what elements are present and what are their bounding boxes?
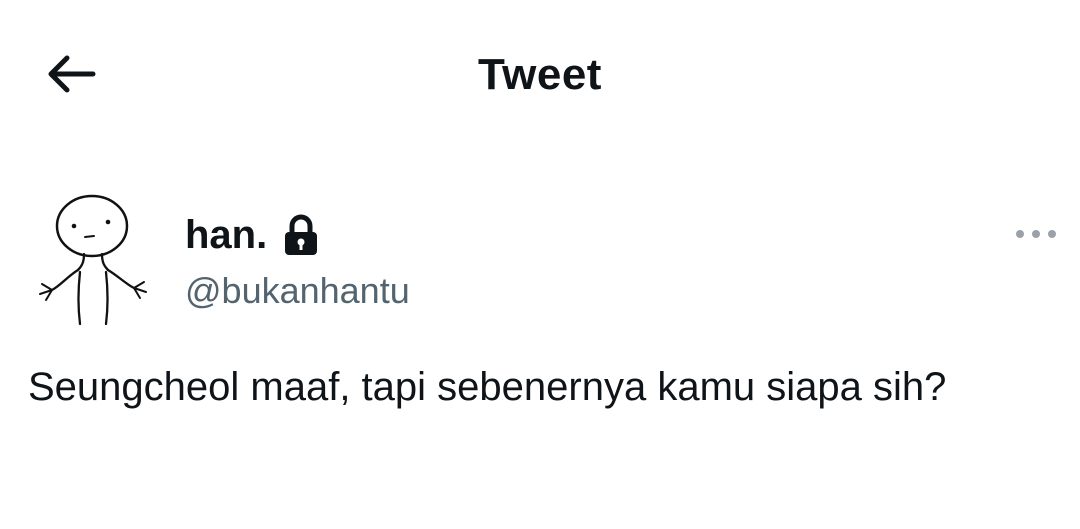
more-options-button[interactable] xyxy=(1016,224,1056,244)
user-info: han. @bukanhantu xyxy=(185,210,410,312)
more-horizontal-icon xyxy=(1016,230,1024,238)
user-handle[interactable]: @bukanhantu xyxy=(185,270,410,312)
avatar[interactable] xyxy=(28,190,160,330)
tweet-text: Seungcheol maaf, tapi sebenernya kamu si… xyxy=(28,365,947,409)
lock-icon xyxy=(281,213,321,257)
avatar-drawing xyxy=(39,194,147,326)
top-app-bar: Tweet xyxy=(0,0,1080,150)
page-title: Tweet xyxy=(478,50,602,99)
display-name[interactable]: han. xyxy=(185,213,267,258)
name-row: han. xyxy=(185,210,410,260)
